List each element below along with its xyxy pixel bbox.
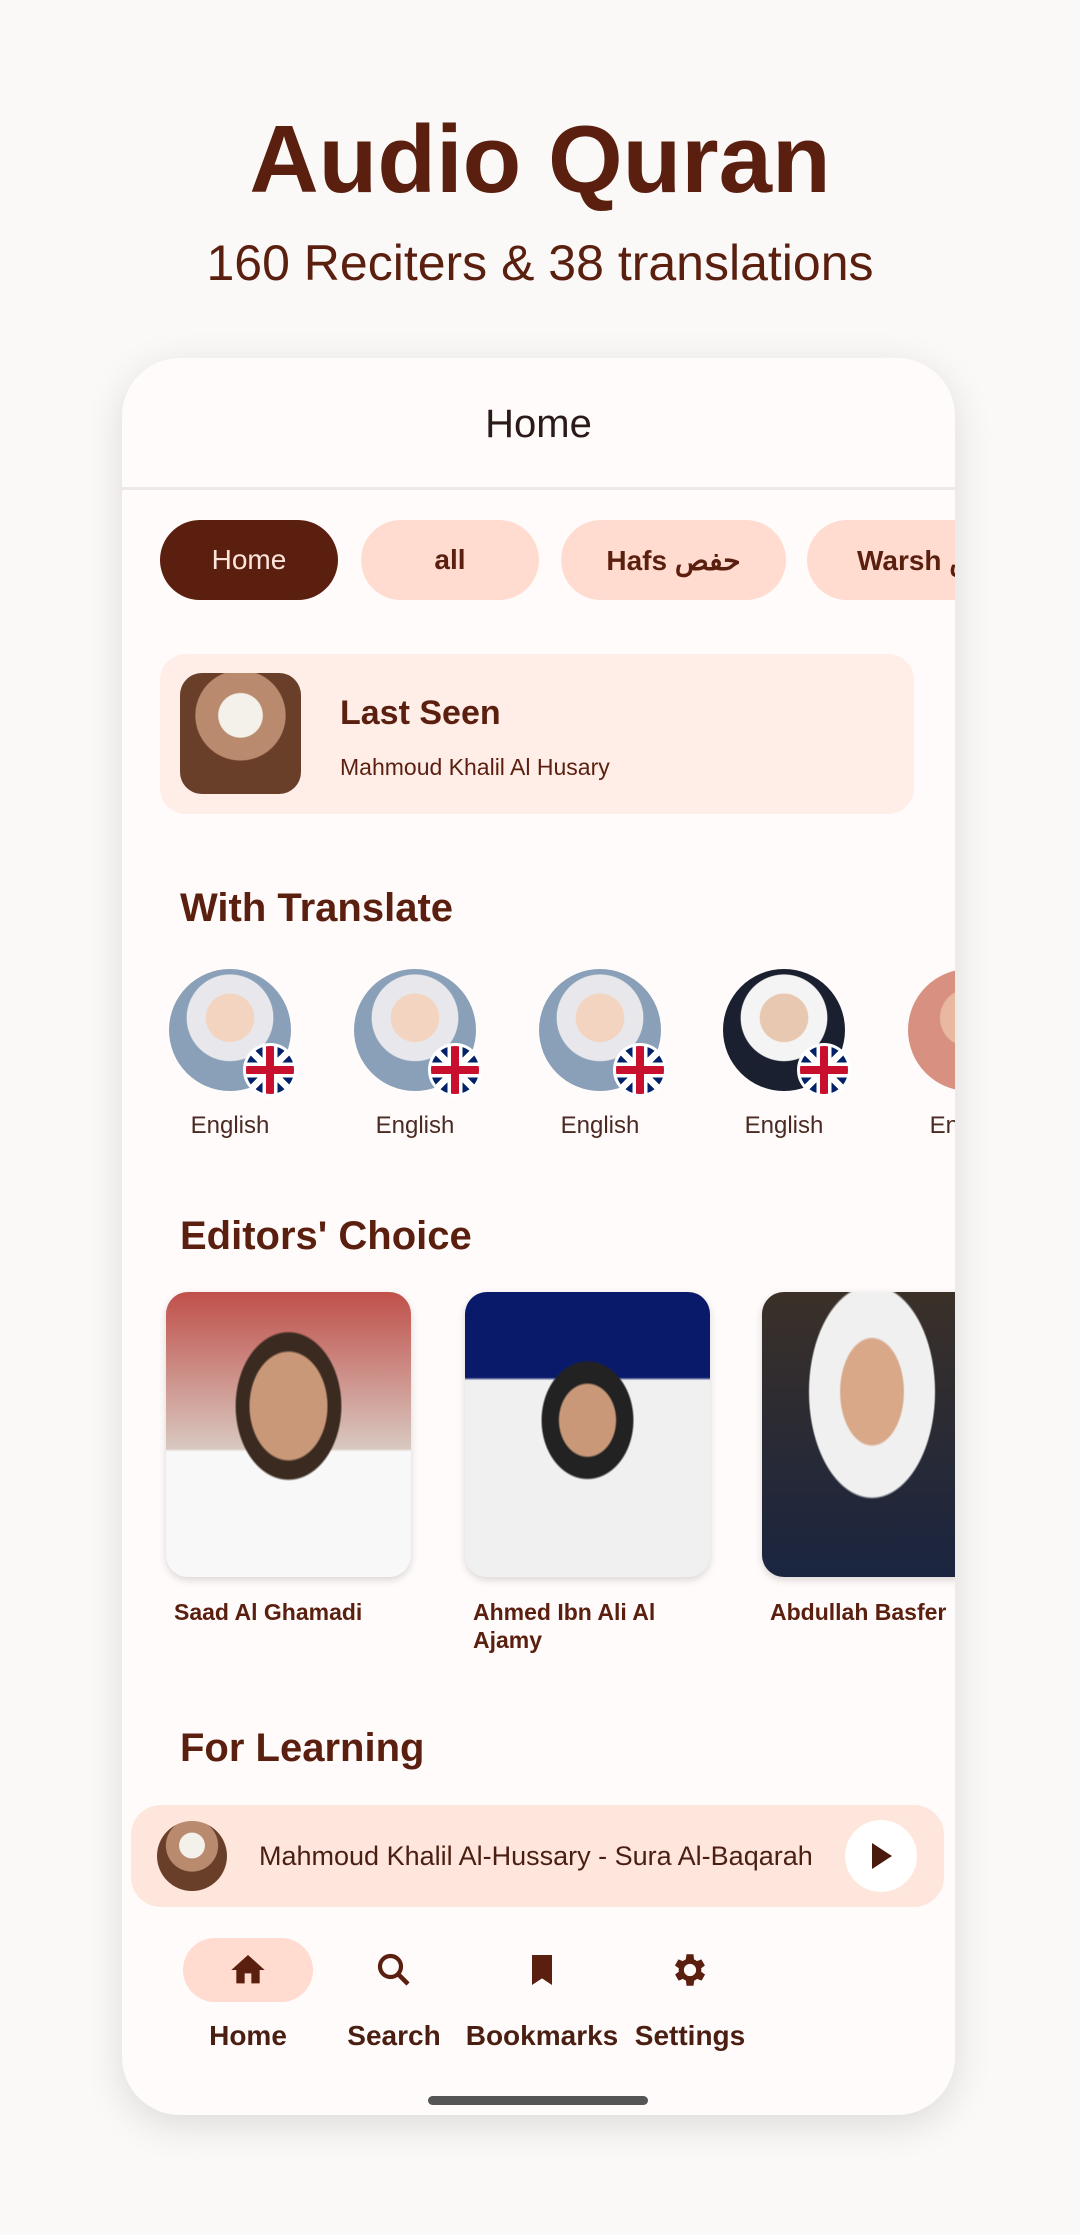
nav-settings-icon-wrap: [625, 1938, 755, 2002]
chip-warsh[interactable]: Warsh ورش: [807, 520, 955, 600]
last-seen-reciter: Mahmoud Khalil Al Husary: [340, 754, 610, 780]
search-icon: [377, 1953, 410, 1986]
play-icon: [872, 1843, 892, 1869]
gear-icon: [674, 1954, 706, 1986]
translation-label: English: [560, 1112, 640, 1139]
app-bar: Home: [122, 358, 955, 490]
chip-home[interactable]: Home: [160, 520, 338, 600]
translation-label: English: [375, 1112, 455, 1139]
translation-label: English: [744, 1112, 824, 1139]
player-artwork: [157, 1821, 227, 1891]
reciter-card[interactable]: [465, 1292, 710, 1577]
translation-avatar[interactable]: [169, 969, 297, 1097]
uk-flag-icon: [428, 1043, 482, 1097]
promo-subtitle: 160 Reciters & 38 translations: [206, 235, 874, 291]
reciter-name: Abdullah Basfer: [770, 1599, 947, 1625]
uk-flag-icon: [243, 1043, 297, 1097]
phone-screen: Home Home all Hafs حفص Warsh ورش Last Se…: [122, 358, 955, 2115]
nav-label: Settings: [634, 2020, 746, 2051]
uk-flag-icon: [613, 1043, 667, 1097]
now-playing-text: Mahmoud Khalil Al-Hussary - Sura Al-Baqa…: [259, 1841, 813, 1871]
reciter-photo: [180, 673, 301, 794]
last-seen-card[interactable]: Last Seen Mahmoud Khalil Al Husary: [160, 654, 914, 814]
home-indicator[interactable]: [428, 2096, 648, 2105]
translation-avatar[interactable]: [908, 969, 955, 1091]
last-seen-title: Last Seen: [340, 694, 501, 732]
translation-label: English: [929, 1112, 955, 1139]
chip-hafs[interactable]: Hafs حفص: [561, 520, 786, 600]
uk-flag-icon: [797, 1043, 851, 1097]
page-title: Home: [485, 402, 592, 446]
section-with-translate: With Translate: [180, 886, 454, 930]
nav-settings[interactable]: Settings: [600, 1928, 780, 2052]
nav-search-icon-wrap: [329, 1938, 459, 2002]
reciter-name: Saad Al Ghamadi: [174, 1599, 363, 1625]
reciter-name: Ahmed Ibn Ali Al Ajamy: [473, 1599, 656, 1653]
play-button[interactable]: [845, 1820, 917, 1892]
bookmark-icon: [532, 1955, 552, 1985]
section-for-learning: For Learning: [180, 1726, 425, 1770]
nav-home-indicator: [183, 1938, 313, 2002]
reciter-card[interactable]: [166, 1292, 411, 1577]
nav-bookmarks-icon-wrap: [477, 1938, 607, 2002]
translation-label: English: [190, 1112, 270, 1139]
promo-title: Audio Quran: [249, 106, 831, 213]
section-editors-choice: Editors' Choice: [180, 1214, 472, 1258]
reciter-card[interactable]: [762, 1292, 955, 1577]
chip-all[interactable]: all: [361, 520, 539, 600]
translation-avatar[interactable]: [354, 969, 482, 1097]
translation-avatar[interactable]: [539, 969, 667, 1097]
mini-player[interactable]: Mahmoud Khalil Al-Hussary - Sura Al-Baqa…: [131, 1805, 944, 1907]
home-icon: [231, 1955, 265, 1984]
translation-avatar[interactable]: [723, 969, 851, 1097]
